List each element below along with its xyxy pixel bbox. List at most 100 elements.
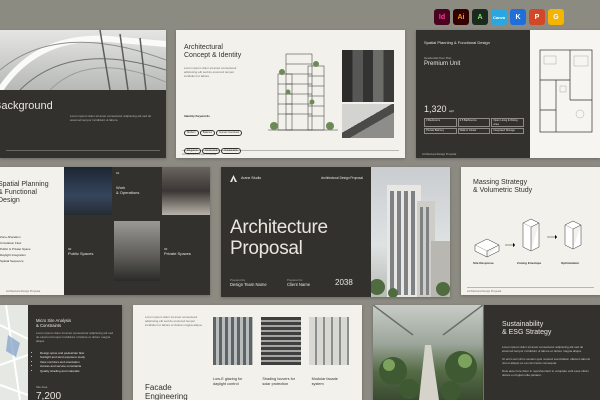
unit-rooms: 3 Bedrooms 2.5 Bathrooms Open Living & Din… — [424, 118, 524, 134]
micro-bullet: Quality shading and materials — [40, 369, 118, 373]
unit-footer: Architectural Design Proposal — [422, 153, 457, 156]
keynote-icon[interactable]: K — [510, 9, 526, 25]
cover-studio: Arane Studio — [241, 176, 262, 180]
unit-room: Private Balcony — [424, 128, 457, 134]
cover-logo-icon — [230, 175, 237, 182]
micro-bullets: Design spine and pedestrian flowSunlight… — [40, 351, 118, 373]
facade-caption: Shading louvers for solar protection — [262, 377, 296, 386]
cover-title: Architecture Proposal — [230, 217, 328, 259]
spatial-item: Spatial Sequence — [0, 259, 24, 263]
slide-concept[interactable]: Architectural Concept & Identity Lorem i… — [176, 30, 405, 158]
unit-plan-label: Residential Floor Plan — [424, 56, 452, 60]
illustrator-icon[interactable]: Ai — [453, 9, 469, 25]
cover-title-line1: Architecture — [230, 217, 328, 238]
cover-prepared-by: Prepared by Design Team Name — [230, 278, 267, 287]
cover-prepared-for-value: Client Name — [287, 282, 311, 287]
unit-room: 2.5 Bathrooms — [457, 118, 491, 128]
spatial-cell-2: 02 Public Spaces — [68, 247, 110, 256]
cover-prepared-for: Prepared for Client Name — [287, 278, 310, 287]
slide-facade[interactable]: Lorem ipsum dolor sit amet consectetur a… — [133, 305, 362, 400]
slide-esg[interactable]: Sustainability & ESG Strategy Lorem ipsu… — [484, 305, 600, 400]
slide-micro[interactable]: Micro Site Analysis & Constraints Lorem … — [0, 305, 122, 400]
spatial-photo-1 — [64, 167, 112, 215]
spatial-photo-3 — [114, 221, 160, 281]
background-photo — [0, 30, 166, 92]
slide-unit[interactable]: Spatial Planning & Functional Design Res… — [416, 30, 600, 158]
spatial-item: Daylight Integration — [0, 253, 26, 257]
esg-paragraph: Lorem ipsum dolor sit amet consectetur a… — [502, 345, 584, 353]
atrium-structure-illustration — [0, 30, 166, 92]
unit-area-value: 1,320 — [424, 104, 447, 114]
micro-body: Lorem ipsum dolor sit amet consectetur a… — [36, 331, 114, 343]
facade-intro: Lorem ipsum dolor sit amet consectetur a… — [145, 315, 203, 327]
facade-photo-3 — [309, 317, 349, 365]
micro-area-label: Site Area — [36, 385, 48, 389]
spatial-cell-1: 01 Work & Operations — [116, 171, 158, 195]
background-title: Background — [0, 100, 53, 112]
google-slides-icon[interactable]: G — [548, 9, 564, 25]
floor-plan-panel — [530, 30, 600, 158]
background-text: Lorem ipsum dolor sit amet consectetur a… — [70, 114, 152, 122]
canva-icon[interactable]: Canva — [491, 9, 507, 25]
massing-step: Optimization — [561, 261, 580, 265]
esg-paragraphs: Lorem ipsum dolor sit amet consectetur a… — [502, 345, 594, 381]
unit-room: Integrated Storage — [491, 128, 524, 134]
slide-cover[interactable]: Arane Studio Architectural Design Propos… — [221, 167, 450, 297]
spatial-photo-2 — [162, 167, 210, 215]
spatial-items: Zone Allocation Circulation Flow Public & … — [0, 235, 60, 265]
unit-heading: Spatial Planning & Functional Design — [424, 40, 490, 45]
esg-title: Sustainability & ESG Strategy — [502, 321, 552, 336]
spatial-grid: 01 Work & Operations 02 Public Spaces 03… — [64, 167, 210, 295]
unit-room: Walk-in Closet — [457, 128, 491, 134]
cover-title-line2: Proposal — [230, 238, 303, 259]
concept-title: Architectural Concept & Identity — [184, 44, 242, 59]
spatial-title: Spatial Planning & Functional Design — [0, 181, 49, 204]
affinity-icon[interactable]: A — [472, 9, 488, 25]
floor-plan-illustration — [539, 49, 593, 133]
concept-tag: Modern — [184, 130, 199, 136]
cover-year: 2038 — [335, 278, 353, 287]
unit-area: 1,320 sqft — [424, 104, 454, 114]
slide-background[interactable]: Background Lorem ipsum dolor sit amet co… — [0, 30, 166, 158]
concept-intro: Lorem ipsum dolor sit amet consectetur a… — [184, 66, 237, 78]
massing-step: Zoning Envelope — [517, 261, 542, 265]
slide-spatial[interactable]: Spatial Planning & Functional Design Zon… — [0, 167, 210, 295]
facade-photo-2 — [261, 317, 301, 365]
unit-room: 3 Bedrooms — [424, 118, 457, 128]
micro-title: Micro Site Analysis & Constraints — [36, 318, 72, 328]
spatial-footer: Architectural Design Proposal — [6, 290, 41, 293]
facade-title: Facade Engineering — [145, 383, 188, 400]
spatial-cell-2-label: Public Spaces — [68, 251, 94, 256]
cover-prepared-by-value: Design Team Name — [230, 282, 267, 287]
indesign-icon[interactable]: Id — [434, 9, 450, 25]
concept-tag: Balance — [199, 130, 216, 136]
spatial-cell-3-label: Private Spaces — [164, 251, 191, 256]
concept-photo-bottom — [342, 104, 394, 138]
slide-corridor-photo[interactable] — [373, 305, 483, 400]
tower-illustration — [369, 185, 450, 297]
massing-footer: Architectural Design Proposal — [467, 290, 502, 293]
spatial-item: Circulation Flow — [0, 241, 22, 245]
esg-paragraph: Ut enim ad minim veniam quis nostrud exe… — [502, 357, 591, 365]
concept-tag: Human Centered — [216, 130, 242, 136]
spatial-cell-3: 03 Private Spaces — [164, 247, 208, 256]
cover-building-photo — [369, 167, 450, 297]
micro-area-value: 7,200 — [36, 391, 62, 400]
facade-caption: Modular facade system — [311, 377, 338, 386]
facade-photo-1 — [213, 317, 253, 365]
slide-massing[interactable]: Massing Strategy & Volumetric Study Site… — [461, 167, 600, 295]
cover-prepared-by-label: Prepared by — [230, 278, 246, 282]
spatial-item: Public & Private Space — [0, 247, 31, 251]
facade-caption: Low-E glazing for daylight control — [213, 377, 243, 386]
site-map — [0, 305, 29, 400]
corridor-illustration — [373, 305, 483, 400]
cover-tag: Architectural Design Proposal — [321, 176, 363, 180]
app-icons: Id Ai A Canva K P G — [434, 9, 564, 25]
powerpoint-icon[interactable]: P — [529, 9, 545, 25]
esg-paragraph: Duis aute irure dolor in reprehenderit i… — [502, 369, 589, 377]
unit-area-unit: sqft — [449, 109, 454, 113]
unit-title: Premium Unit — [424, 61, 461, 67]
concept-footer: Architectural Design Proposal — [182, 153, 217, 156]
spatial-cell-1-num: 01 — [116, 171, 120, 175]
spatial-item: Zone Allocation — [0, 235, 21, 239]
